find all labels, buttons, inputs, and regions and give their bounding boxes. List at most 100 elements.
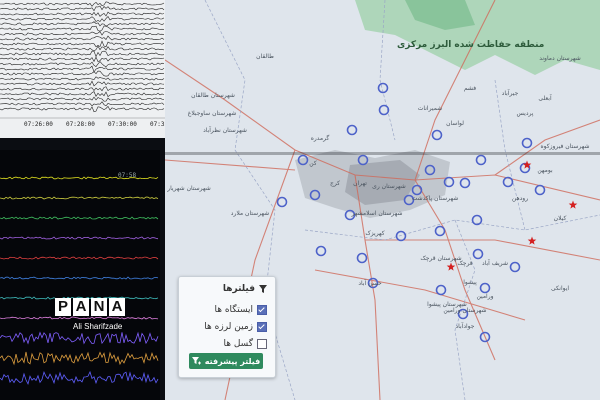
seismogram-trace (0, 216, 159, 220)
pana-watermark: P A N A Ali Sharifzade (55, 298, 141, 338)
seismogram-trace (0, 80, 165, 87)
station-marker[interactable] (521, 137, 533, 149)
earthquake-marker[interactable] (446, 262, 456, 271)
seismogram-trace (0, 40, 165, 48)
place-label: لواسان (446, 120, 464, 127)
station-marker[interactable] (431, 129, 443, 141)
place-label: شهرستان اسلامشهر (351, 210, 403, 217)
place-label: ایوانکی (551, 285, 569, 292)
place-label: طالقان (256, 53, 274, 60)
place-label: شهرستان ساوجبلاغ (188, 110, 237, 117)
protected-area-label: منطقه حفاظت شده البرز مرکزی (397, 40, 545, 50)
place-label: کرج (330, 180, 340, 187)
time-label: 07:30:00 (108, 121, 137, 128)
place-label: گرمدره (311, 134, 330, 142)
place-label: شهرستان فیروزکوه (541, 143, 590, 150)
seismogram-trace (0, 1, 165, 7)
station-marker[interactable] (459, 177, 471, 189)
earthquakes-label: زمین لرزه ها (204, 322, 253, 332)
seismogram-trace (0, 61, 165, 68)
funnel-icon (259, 285, 267, 293)
seismogram-trace (0, 31, 165, 36)
funnel-plus-icon (191, 356, 201, 364)
seismogram-trace (0, 276, 159, 280)
filter-title: فیلترها (222, 284, 255, 294)
place-label: شهرستان شهریار (166, 185, 211, 192)
place-label: تهران (353, 180, 367, 187)
seismogram-trace (0, 96, 165, 102)
seismogram-trace (0, 86, 165, 92)
station-marker[interactable] (502, 176, 514, 188)
advanced-filter-button[interactable]: فیلتر پیشرفته (189, 353, 263, 369)
filter-stations[interactable]: ایستگاه ها (214, 305, 267, 315)
faults-checkbox[interactable] (257, 339, 267, 349)
place-label: شهرستان قرچک (420, 255, 461, 262)
filter-panel: فیلترها ایستگاه ها زمین لرزه ها گسل ها ف… (178, 276, 276, 378)
seismogram-monitor: 07:26:00 07:28:00 07:30:00 07:32:00 07:5… (0, 0, 179, 400)
filter-earthquakes[interactable]: زمین لرزه ها (204, 322, 267, 332)
seismogram-trace (0, 370, 159, 386)
place-label: شریف آباد (482, 258, 508, 267)
pana-logo: P A N A (55, 298, 125, 316)
seismogram-white-panel: 07:26:00 07:28:00 07:30:00 07:32:00 (0, 0, 179, 138)
seismogram-trace (0, 196, 159, 200)
seismogram-trace (0, 65, 165, 73)
seismogram-trace (0, 76, 165, 81)
stations-label: ایستگاه ها (214, 305, 253, 315)
place-label: شهرستان پاکدشت (412, 195, 459, 202)
place-label: پیشوا (463, 279, 477, 286)
seismogram-trace (0, 351, 159, 366)
station-marker[interactable] (472, 248, 484, 260)
place-label: شهرستان ری (372, 183, 406, 190)
time-label: 07:28:00 (66, 121, 95, 128)
photo-credit: Ali Sharifzade (73, 322, 123, 331)
protected-area (355, 0, 600, 75)
monitoring-scene: 07:26:00 07:28:00 07:30:00 07:32:00 07:5… (0, 0, 600, 400)
seismogram-trace (0, 21, 165, 27)
station-marker[interactable] (435, 284, 447, 296)
clock-label: 07:58 (118, 172, 137, 179)
seismogram-trace (0, 101, 165, 107)
place-label: پردیس (517, 110, 534, 117)
filter-faults[interactable]: گسل ها (224, 339, 267, 349)
seismogram-trace (0, 105, 165, 113)
faults-label: گسل ها (223, 339, 253, 349)
earthquake-marker[interactable] (568, 200, 578, 209)
place-label: آبعلی (538, 93, 552, 102)
place-label: کن (309, 160, 317, 167)
place-label: شهرستان ملارد (231, 210, 269, 217)
station-marker[interactable] (534, 184, 546, 196)
place-label: شهرستان طالقان (191, 92, 235, 99)
place-label: شهرستان پیشوا (427, 301, 467, 308)
seismogram-dark-panel: 07:58 (0, 150, 160, 400)
place-label: شهرستان ورامین (443, 307, 486, 314)
earthquakes-checkbox[interactable] (257, 322, 267, 332)
station-marker[interactable] (276, 196, 288, 208)
time-label: 07:26:00 (24, 121, 53, 128)
seismogram-trace (0, 35, 165, 41)
colored-traces (0, 176, 159, 386)
place-label: قرچک (457, 260, 472, 267)
seismogram-trace (0, 70, 165, 77)
seismogram-trace (0, 256, 159, 260)
seismogram-trace (0, 50, 165, 58)
seismogram-traces (0, 1, 165, 119)
seismogram-trace (0, 5, 165, 12)
seismogram-trace (0, 25, 165, 32)
place-label: جوادآباد (456, 321, 475, 330)
seismogram-trace (0, 236, 159, 240)
place-label: کیلان (554, 215, 567, 222)
station-marker[interactable] (434, 225, 446, 237)
station-marker[interactable] (509, 261, 521, 273)
station-marker[interactable] (395, 230, 407, 242)
stations-checkbox[interactable] (257, 305, 267, 315)
seismogram-trace (0, 91, 165, 98)
station-marker[interactable] (479, 282, 491, 294)
place-label: فشم (464, 85, 476, 92)
station-marker[interactable] (346, 124, 358, 136)
place-label: جیرآباد (502, 88, 519, 97)
station-marker[interactable] (475, 154, 487, 166)
station-marker[interactable] (356, 252, 368, 264)
station-marker[interactable] (315, 245, 327, 257)
earthquake-marker[interactable] (527, 236, 537, 245)
